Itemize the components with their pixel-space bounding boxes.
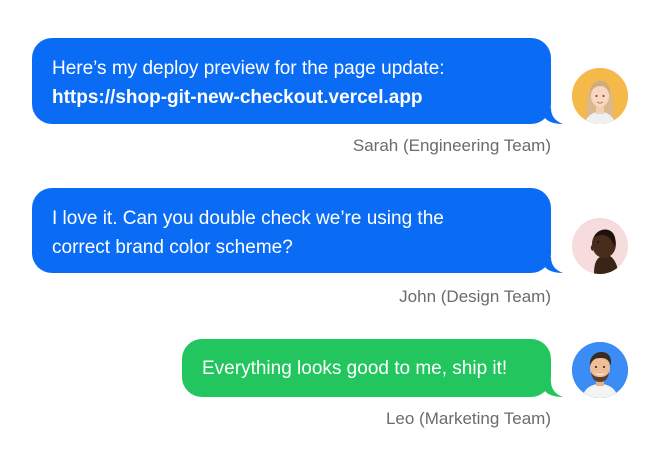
message-bubble-leo: Everything looks good to me, ship it! — [182, 339, 551, 397]
message-text: Everything looks good to me, ship it! — [202, 358, 508, 379]
woman-portrait-icon — [572, 68, 628, 124]
man-profile-portrait-icon — [572, 218, 628, 274]
message-text: correct brand color scheme? — [52, 237, 293, 258]
message-bubble-john: I love it. Can you double check we’re us… — [32, 188, 551, 273]
avatar-john[interactable] — [572, 218, 628, 274]
message-text: Here’s my deploy preview for the page up… — [52, 58, 445, 79]
message-bubble-sarah: Here’s my deploy preview for the page up… — [32, 38, 551, 124]
avatar-sarah[interactable] — [572, 68, 628, 124]
avatar-leo[interactable] — [572, 342, 628, 398]
bubble-tail — [545, 108, 563, 124]
sender-name: Leo (Marketing Team) — [385, 409, 551, 428]
deploy-preview-link[interactable]: https://shop-git-new-checkout.vercel.app — [52, 83, 551, 112]
bubble-tail — [545, 257, 563, 273]
sender-name: John (Design Team) — [399, 287, 551, 306]
smiling-man-portrait-icon — [572, 342, 628, 398]
message-text: I love it. Can you double check we’re us… — [52, 208, 444, 229]
bubble-tail — [545, 381, 563, 397]
sender-name: Sarah (Engineering Team) — [352, 136, 551, 155]
